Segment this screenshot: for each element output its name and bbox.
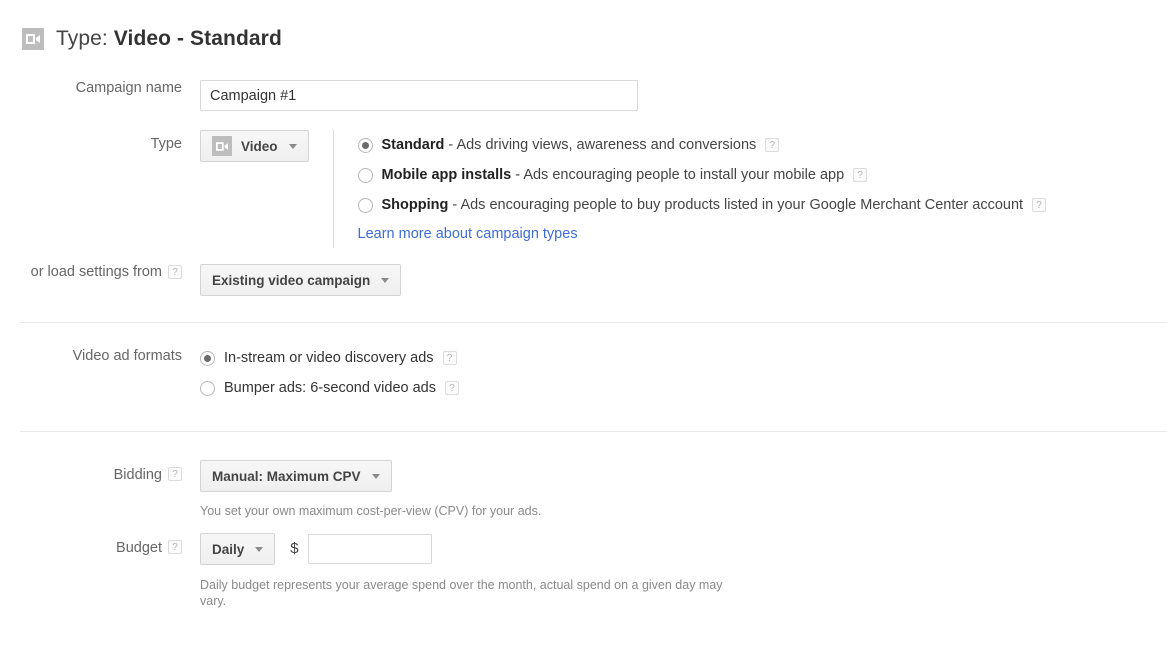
- section-divider-2: [20, 431, 1167, 432]
- page-title-value: Video - Standard: [113, 27, 282, 50]
- chevron-down-icon: [371, 473, 380, 479]
- bidding-helper-text: You set your own maximum cost-per-view (…: [200, 504, 542, 518]
- bidding-dropdown-label: Manual: Maximum CPV: [212, 468, 361, 484]
- help-icon[interactable]: ?: [1032, 198, 1047, 212]
- chevron-down-icon: [381, 277, 390, 283]
- help-icon[interactable]: ?: [168, 540, 182, 554]
- page-title: Type: Video - Standard: [56, 27, 282, 51]
- radio-mobile-app-installs-title: Mobile app installs: [381, 167, 512, 183]
- type-dropdown-wrap: Video: [200, 128, 309, 248]
- type-dropdown-button[interactable]: Video: [200, 130, 309, 162]
- help-icon[interactable]: ?: [445, 381, 459, 395]
- budget-helper-text: Daily budget represents your average spe…: [200, 578, 723, 608]
- budget-label-cell: Budget ?: [0, 533, 200, 556]
- load-settings-dropdown-button[interactable]: Existing video campaign: [200, 264, 402, 296]
- radio-mobile-app-installs-desc: - Ads encouraging people to install your…: [511, 167, 845, 183]
- budget-period-dropdown-button[interactable]: Daily: [200, 533, 276, 565]
- help-icon[interactable]: ?: [442, 351, 457, 365]
- help-icon[interactable]: ?: [168, 265, 182, 279]
- bidding-label-cell: Bidding ?: [0, 460, 200, 483]
- radio-in-stream[interactable]: [200, 350, 215, 366]
- page-header: Type: Video - Standard: [0, 0, 1167, 58]
- section-divider-1: [20, 322, 1167, 323]
- video-ad-formats-label: Video ad formats: [72, 348, 182, 364]
- help-icon[interactable]: ?: [168, 467, 182, 481]
- page-title-prefix: Type:: [56, 27, 114, 50]
- load-settings-field: Existing video campaign: [200, 264, 1167, 296]
- radio-standard-title: Standard: [381, 137, 445, 153]
- chevron-down-icon: [288, 143, 297, 149]
- radio-shopping-desc: - Ads encouraging people to buy products…: [448, 197, 1024, 213]
- campaign-settings-form: Campaign name Type: [0, 58, 1167, 609]
- radio-shopping-title: Shopping: [381, 197, 449, 213]
- currency-symbol: $: [290, 540, 299, 557]
- bidding-label: Bidding: [113, 467, 162, 483]
- type-dropdown-label: Video: [241, 138, 278, 154]
- load-settings-label: or load settings from: [30, 264, 162, 280]
- type-row: Type Video Standard - Ads driving views,…: [0, 128, 1167, 248]
- radio-standard-text: Standard - Ads driving views, awareness …: [382, 137, 757, 153]
- budget-row: Budget ? Daily $ Daily budget represents…: [0, 533, 1167, 609]
- video-ad-formats-row: Video ad formats In-stream or video disc…: [0, 343, 1167, 403]
- type-label: Type: [150, 136, 182, 152]
- budget-label: Budget: [116, 540, 162, 556]
- radio-shopping[interactable]: [357, 197, 373, 213]
- type-vertical-divider: [332, 130, 334, 248]
- radio-bumper-label: Bumper ads: 6-second video ads: [224, 380, 436, 396]
- help-icon[interactable]: ?: [765, 138, 780, 152]
- video-camera-icon: [212, 136, 232, 156]
- radio-option-bumper[interactable]: Bumper ads: 6-second video ads ?: [200, 373, 459, 403]
- radio-in-stream-label: In-stream or video discovery ads: [224, 350, 434, 366]
- type-field: Video Standard - Ads driving views, awar…: [200, 128, 1167, 248]
- video-ad-formats-radio-group: In-stream or video discovery ads ? Bumpe…: [200, 343, 459, 403]
- type-row-inner: Video Standard - Ads driving views, awar…: [200, 128, 1047, 248]
- video-ad-formats-field: In-stream or video discovery ads ? Bumpe…: [200, 343, 1167, 403]
- budget-field: Daily $ Daily budget represents your ave…: [200, 533, 1167, 609]
- radio-mobile-app-installs[interactable]: [357, 167, 373, 183]
- chevron-down-icon: [255, 546, 264, 552]
- radio-option-mobile-app-installs[interactable]: Mobile app installs - Ads encouraging pe…: [357, 160, 1047, 190]
- load-settings-row: or load settings from ? Existing video c…: [0, 264, 1167, 296]
- radio-option-in-stream[interactable]: In-stream or video discovery ads ?: [200, 343, 459, 373]
- video-camera-icon: [22, 28, 44, 50]
- campaign-name-field: [200, 80, 1167, 111]
- radio-bumper[interactable]: [200, 380, 215, 396]
- help-icon[interactable]: ?: [853, 168, 868, 182]
- learn-more-campaign-types-link[interactable]: Learn more about campaign types: [358, 226, 578, 242]
- budget-amount-input[interactable]: [307, 534, 432, 564]
- campaign-name-row: Campaign name: [0, 80, 1167, 111]
- load-settings-label-cell: or load settings from ?: [0, 264, 200, 280]
- load-settings-dropdown-label: Existing video campaign: [212, 272, 371, 288]
- campaign-name-input[interactable]: [200, 80, 638, 111]
- budget-input-group: Daily $: [200, 533, 432, 565]
- radio-option-standard[interactable]: Standard - Ads driving views, awareness …: [357, 130, 1047, 160]
- radio-option-shopping[interactable]: Shopping - Ads encouraging people to buy…: [357, 190, 1047, 220]
- bidding-dropdown-button[interactable]: Manual: Maximum CPV: [200, 460, 392, 492]
- budget-period-label: Daily: [212, 541, 245, 557]
- radio-standard-desc: - Ads driving views, awareness and conve…: [444, 137, 757, 153]
- radio-standard[interactable]: [357, 137, 373, 153]
- radio-shopping-text: Shopping - Ads encouraging people to buy…: [382, 197, 1024, 213]
- campaign-name-label: Campaign name: [75, 80, 182, 96]
- campaign-type-radio-group: Standard - Ads driving views, awareness …: [357, 128, 1047, 248]
- radio-mobile-app-installs-text: Mobile app installs - Ads encouraging pe…: [382, 167, 845, 183]
- bidding-row: Bidding ? Manual: Maximum CPV You set yo…: [0, 460, 1167, 519]
- bidding-field: Manual: Maximum CPV You set your own max…: [200, 460, 1167, 519]
